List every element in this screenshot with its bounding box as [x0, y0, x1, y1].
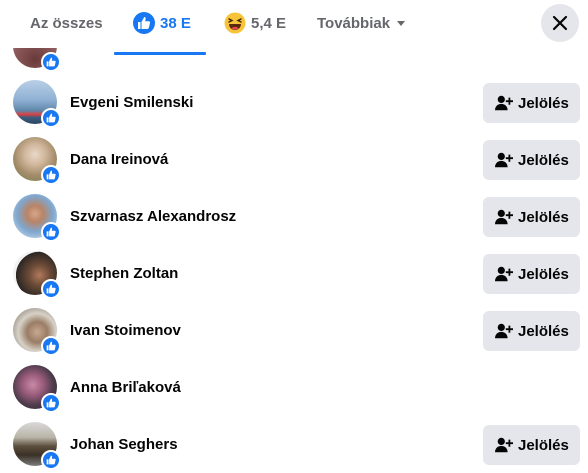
add-friend-icon [495, 209, 513, 225]
reaction-people-list: Evgeni Smilenski Jelölés Dana Ireinová J… [0, 0, 588, 470]
list-item: Ivan Stoimenov Jelölés [0, 302, 588, 359]
person-name[interactable]: Johan Seghers [70, 436, 178, 453]
tab-more[interactable]: Továbbiak [317, 0, 406, 46]
list-item: Anna Briľaková [0, 359, 588, 416]
person-name[interactable]: Ivan Stoimenov [70, 322, 181, 339]
like-badge-icon [41, 222, 61, 242]
active-tab-indicator [114, 52, 206, 55]
like-badge-icon [41, 165, 61, 185]
tab-all-label: Az összes [30, 14, 103, 32]
tab-more-label: Továbbiak [317, 14, 391, 32]
add-friend-label: Jelölés [518, 265, 569, 283]
add-friend-label: Jelölés [518, 151, 569, 169]
add-friend-icon [495, 323, 513, 339]
like-badge-icon [41, 393, 61, 413]
like-badge-icon [41, 336, 61, 356]
add-friend-icon [495, 437, 513, 453]
tab-like-count: 38 E [160, 14, 191, 32]
list-item: Dana Ireinová Jelölés [0, 131, 588, 188]
add-friend-button[interactable]: Jelölés [483, 254, 580, 294]
add-friend-button[interactable]: Jelölés [483, 311, 580, 351]
list-item: Johan Seghers Jelölés [0, 416, 588, 473]
person-name[interactable]: Evgeni Smilenski [70, 94, 193, 111]
person-name[interactable]: Szvarnasz Alexandrosz [70, 208, 236, 225]
person-name[interactable]: Stephen Zoltan [70, 265, 178, 282]
chevron-down-icon [397, 20, 406, 26]
close-icon [552, 15, 568, 31]
add-friend-icon [495, 152, 513, 168]
like-badge-icon [41, 279, 61, 299]
reaction-tabs: Az összes 38 E 5,4 E Továbbiak [0, 0, 588, 55]
tab-all[interactable]: Az összes [30, 0, 103, 46]
add-friend-button[interactable]: Jelölés [483, 425, 580, 465]
add-friend-icon [495, 266, 513, 282]
like-badge-icon [41, 108, 61, 128]
close-button[interactable] [541, 4, 579, 42]
haha-emoji-icon [224, 12, 246, 34]
add-friend-label: Jelölés [518, 436, 569, 454]
add-friend-button[interactable]: Jelölés [483, 83, 580, 123]
list-item: Stephen Zoltan Jelölés [0, 245, 588, 302]
person-name[interactable]: Dana Ireinová [70, 151, 168, 168]
add-friend-label: Jelölés [518, 208, 569, 226]
list-item: Szvarnasz Alexandrosz Jelölés [0, 188, 588, 245]
add-friend-label: Jelölés [518, 322, 569, 340]
tab-like[interactable]: 38 E [133, 0, 191, 46]
add-friend-icon [495, 95, 513, 111]
tab-haha[interactable]: 5,4 E [224, 0, 286, 46]
add-friend-label: Jelölés [518, 94, 569, 112]
tab-haha-count: 5,4 E [251, 14, 287, 32]
add-friend-button[interactable]: Jelölés [483, 140, 580, 180]
person-name[interactable]: Anna Briľaková [70, 379, 181, 396]
like-icon [133, 12, 155, 34]
like-badge-icon [41, 52, 61, 72]
add-friend-button[interactable]: Jelölés [483, 197, 580, 237]
list-item: Evgeni Smilenski Jelölés [0, 74, 588, 131]
like-badge-icon [41, 450, 61, 470]
